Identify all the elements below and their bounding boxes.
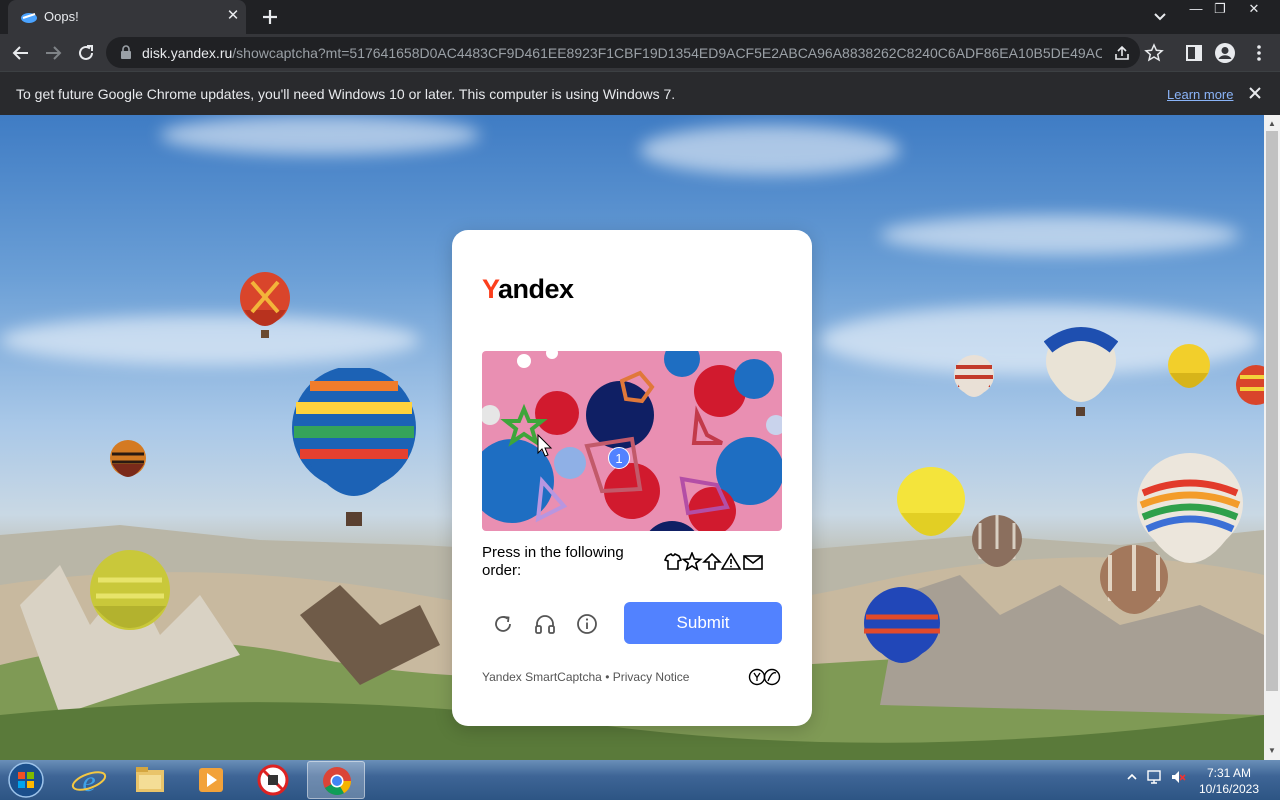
warning-icon [720, 552, 742, 570]
hot-air-balloon [90, 550, 170, 630]
back-arrow-icon[interactable] [8, 40, 34, 66]
cloud [880, 215, 1240, 255]
hot-air-balloon [954, 355, 994, 397]
star-icon [681, 552, 703, 572]
browser-toolbar: disk.yandex.ru/showcaptcha?mt=517641658D… [0, 34, 1280, 71]
page-scrollbar[interactable]: ▲ ▼ [1264, 115, 1280, 760]
tab-search-chevron-icon[interactable] [1150, 8, 1170, 26]
tshirt-icon [664, 552, 683, 570]
folder-icon [136, 767, 164, 792]
hot-air-balloon [110, 440, 146, 477]
url-path: /showcaptcha?mt=517641658D0AC4483CF9D461… [232, 45, 1102, 61]
show-hidden-icons-icon[interactable] [1124, 768, 1140, 786]
smartcaptcha-brand: Yandex SmartCaptcha [482, 670, 602, 684]
bookmark-star-icon[interactable] [1144, 43, 1164, 63]
scroll-down-icon[interactable]: ▼ [1267, 746, 1277, 756]
click-order-badge: 1 [608, 447, 630, 469]
media-player-icon [199, 768, 223, 792]
captcha-footer: Yandex SmartCaptcha • Privacy Notice [482, 670, 689, 684]
window-close-icon[interactable]: ✕ [1241, 0, 1267, 20]
taskbar-file-explorer[interactable] [121, 761, 179, 799]
taskbar-blocked-app[interactable] [244, 761, 302, 799]
url-host: disk.yandex.ru [142, 45, 233, 61]
yandex-disk-favicon-icon [21, 13, 37, 23]
tab-strip: Oops! ✕ — ❐ ✕ [0, 0, 1280, 34]
hot-air-balloon [897, 467, 965, 536]
captcha-image[interactable] [482, 351, 782, 531]
captcha-card: Yandex 1 Press in the following order: S… [452, 230, 812, 726]
submit-button[interactable]: Submit [624, 602, 782, 644]
yandex-cloud-logo-icon [748, 668, 781, 686]
footer-separator: • [605, 670, 610, 684]
internet-explorer-icon: e [71, 765, 107, 798]
chrome-icon [323, 767, 351, 795]
captcha-instruction: Press in the following order: [482, 544, 624, 579]
taskbar-internet-explorer[interactable]: e [60, 761, 118, 799]
taskbar-clock[interactable]: 7:31 AM 10/16/2023 [1196, 765, 1262, 797]
logo-letter-y: Y [482, 274, 499, 304]
profile-avatar-icon[interactable] [1214, 42, 1236, 64]
cloud [640, 125, 900, 175]
taskbar-google-chrome[interactable] [307, 761, 365, 799]
refresh-icon[interactable] [491, 612, 515, 636]
clock-date: 10/16/2023 [1198, 782, 1260, 796]
windows-taskbar: e 7:31 AM 10/16/2023 [0, 760, 1280, 800]
address-bar[interactable]: disk.yandex.ru/showcaptcha?mt=517641658D… [106, 37, 1164, 68]
start-button-icon[interactable] [6, 761, 46, 799]
cloud [160, 115, 480, 155]
prohibited-icon [257, 764, 289, 796]
reload-icon[interactable] [73, 40, 99, 66]
audio-headphones-icon[interactable] [533, 612, 557, 636]
hot-air-balloon [1236, 365, 1264, 405]
new-tab-icon[interactable] [258, 5, 282, 29]
scroll-up-icon[interactable]: ▲ [1267, 119, 1277, 129]
learn-more-link[interactable]: Learn more [1167, 87, 1233, 102]
hot-air-balloon [864, 587, 940, 663]
yandex-logo: Yandex [482, 274, 574, 305]
side-panel-icon[interactable] [1183, 42, 1205, 64]
svg-text:e: e [82, 765, 95, 798]
volume-muted-icon[interactable] [1170, 768, 1186, 786]
minimize-icon[interactable]: — [1183, 0, 1209, 20]
clock-time: 7:31 AM [1206, 766, 1252, 780]
tab-oops[interactable]: Oops! ✕ [8, 0, 246, 34]
info-icon[interactable] [575, 612, 599, 636]
infobar-close-icon[interactable] [1246, 84, 1264, 102]
share-icon[interactable] [1112, 43, 1132, 63]
arrow-up-icon [702, 552, 722, 570]
privacy-notice-link[interactable]: Privacy Notice [613, 670, 690, 684]
forward-arrow-icon[interactable] [40, 40, 66, 66]
hot-air-balloon [1168, 344, 1210, 388]
restore-icon[interactable]: ❐ [1207, 0, 1233, 20]
taskbar-media-player[interactable] [182, 761, 240, 799]
more-menu-icon[interactable] [1248, 42, 1270, 64]
logo-text: andex [498, 274, 574, 304]
url-text: disk.yandex.ru/showcaptcha?mt=517641658D… [142, 45, 1102, 61]
envelope-icon [743, 555, 763, 570]
hot-air-balloon [240, 272, 290, 338]
hot-air-balloon [972, 515, 1022, 567]
hot-air-balloon [1044, 327, 1118, 416]
infobar-message: To get future Google Chrome updates, you… [16, 86, 676, 102]
tab-close-icon[interactable]: ✕ [224, 7, 242, 25]
hot-air-balloon [292, 368, 416, 526]
scrollbar-thumb[interactable] [1266, 131, 1278, 691]
badge-number: 1 [615, 451, 623, 466]
network-icon[interactable] [1146, 768, 1162, 786]
tab-title: Oops! [44, 9, 79, 24]
lock-icon [121, 45, 131, 59]
cloud [0, 315, 420, 365]
hot-air-balloon [1100, 545, 1168, 614]
update-infobar: To get future Google Chrome updates, you… [0, 71, 1280, 115]
order-icons-strip [664, 552, 763, 572]
